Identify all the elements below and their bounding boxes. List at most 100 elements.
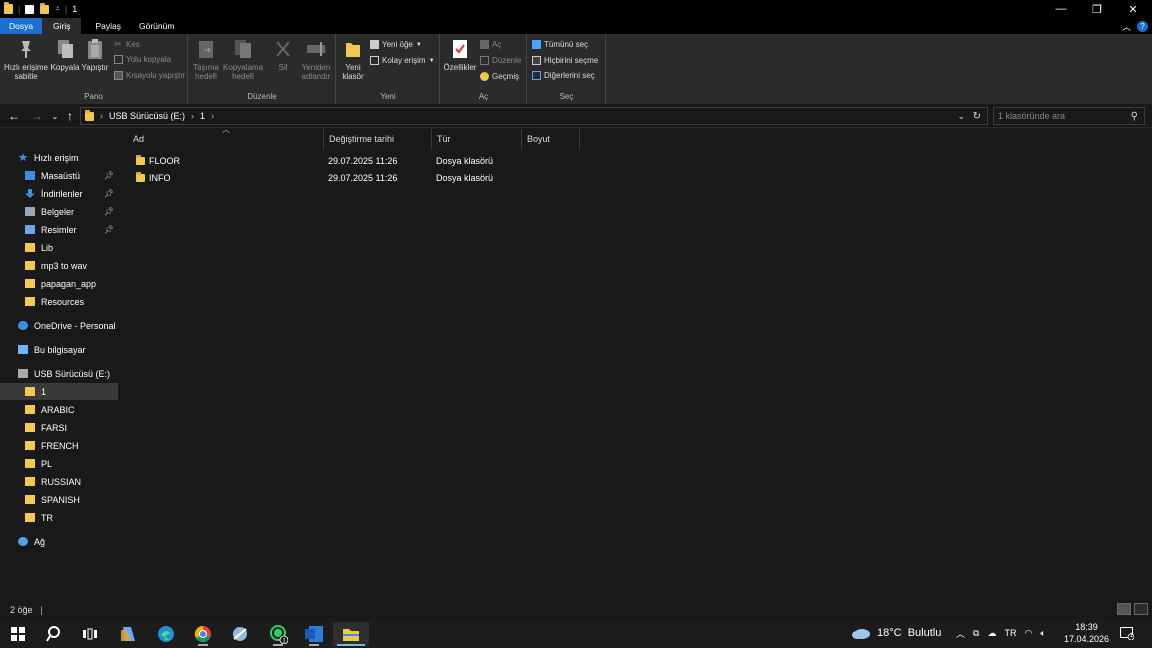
onedrive-icon[interactable]: ☁: [987, 628, 996, 639]
pin-icon[interactable]: 📌︎: [104, 189, 114, 198]
edit-button[interactable]: Düzenle: [480, 56, 521, 65]
large-icons-view-button[interactable]: [1134, 603, 1148, 615]
chrome-browser-button[interactable]: [188, 622, 218, 646]
history-button[interactable]: Geçmiş: [480, 72, 519, 81]
table-row[interactable]: INFO 29.07.2025 11:26 Dosya klasörü: [133, 170, 633, 186]
language-indicator[interactable]: TR: [1004, 628, 1016, 638]
select-none-button[interactable]: Hiçbirini seçme: [532, 56, 598, 65]
copy-to-button[interactable]: Kopyalama hedefi: [223, 38, 263, 81]
invert-selection-button[interactable]: Diğerlerini seç: [532, 71, 595, 80]
sidebar-item[interactable]: papagan_app: [0, 275, 118, 292]
minimize-button[interactable]: —: [1043, 0, 1079, 18]
sidebar-item[interactable]: FRENCH: [0, 437, 118, 454]
sidebar-item[interactable]: Belgeler 📌︎: [0, 203, 118, 220]
tray-overflow-icon[interactable]: ︿: [956, 627, 965, 640]
sidebar-item[interactable]: Resimler 📌︎: [0, 221, 118, 238]
start-button[interactable]: [3, 622, 33, 646]
weather-widget[interactable]: 18°C Bulutlu: [851, 618, 941, 648]
sidebar-item[interactable]: ARABIC: [0, 401, 118, 418]
collapse-ribbon-icon[interactable]: ︿: [1122, 20, 1131, 33]
quick-access-dropdown-icon[interactable]: ⩡: [55, 4, 60, 14]
back-button[interactable]: ←: [6, 108, 22, 124]
select-all-button[interactable]: Tümünü seç: [532, 40, 588, 49]
pin-icon[interactable]: 📌︎: [104, 225, 114, 234]
column-header-name[interactable]: Ad: [128, 129, 324, 149]
breadcrumb-separator[interactable]: ›: [100, 111, 103, 121]
forward-button[interactable]: →: [29, 108, 45, 124]
recent-locations-button[interactable]: ⌄: [47, 108, 63, 124]
search-taskbar-button[interactable]: [40, 622, 70, 646]
new-item-button[interactable]: Yeni öğe ▼: [370, 40, 422, 49]
close-button[interactable]: ✕: [1115, 0, 1151, 18]
tab-share[interactable]: Paylaş: [81, 18, 131, 34]
sidebar-item[interactable]: Hızlı erişim: [0, 149, 118, 166]
delete-button[interactable]: Sil: [272, 38, 294, 72]
easy-access-button[interactable]: Kolay erişim ▼: [370, 56, 435, 65]
copy-path-button[interactable]: Yolu kopyala: [114, 55, 171, 64]
sidebar-item[interactable]: Masaüstü 📌︎: [0, 167, 118, 184]
maximize-button[interactable]: ❐: [1079, 0, 1115, 18]
sidebar-item[interactable]: İndirilenler 📌︎: [0, 185, 118, 202]
sidebar-item[interactable]: Bu bilgisayar: [0, 341, 118, 358]
sidebar-item[interactable]: mp3 to wav: [0, 257, 118, 274]
paste-shortcut-button[interactable]: Kısayolu yapıştır: [114, 71, 185, 80]
refresh-icon[interactable]: ↻: [973, 111, 981, 122]
sidebar-item[interactable]: Lib: [0, 239, 118, 256]
sidebar-item[interactable]: 1: [0, 383, 118, 400]
new-folder-quick-icon[interactable]: [40, 2, 50, 14]
address-dropdown-icon[interactable]: ⌄: [957, 111, 965, 122]
new-folder-button[interactable]: Yeni klasör: [340, 38, 366, 81]
address-bar[interactable]: › USB Sürücüsü (E:) › 1 › ⌄ ↻: [80, 107, 988, 125]
breadcrumb-separator[interactable]: ›: [191, 111, 194, 121]
open-button[interactable]: Aç: [480, 40, 501, 49]
sidebar-item[interactable]: FARSI: [0, 419, 118, 436]
details-view-button[interactable]: [1117, 603, 1131, 615]
pin-icon[interactable]: 📌︎: [104, 171, 114, 180]
properties-quick-icon[interactable]: [25, 4, 35, 14]
tab-file[interactable]: Dosya: [0, 18, 42, 34]
copilot-button[interactable]: [113, 622, 143, 646]
sidebar-item[interactable]: RUSSIAN: [0, 473, 118, 490]
task-view-button[interactable]: [75, 622, 105, 646]
move-to-button[interactable]: Taşıma hedefi: [191, 38, 221, 81]
rename-button[interactable]: Yeniden adlandır: [299, 38, 333, 81]
cut-button[interactable]: ✂ Kes: [114, 40, 140, 50]
clock[interactable]: 18:39 17.04.2026: [1064, 618, 1109, 648]
whatsapp-button[interactable]: 1: [263, 622, 293, 646]
sidebar-item[interactable]: OneDrive - Personal: [0, 317, 118, 334]
up-button[interactable]: ↑: [62, 108, 78, 124]
column-header-date-modified[interactable]: Değiştirme tarihi: [324, 129, 432, 149]
tab-view[interactable]: Görünüm: [131, 18, 182, 34]
paste-button[interactable]: Yapıştır: [81, 38, 109, 72]
address-row: ← → ⌄ ↑ › USB Sürücüsü (E:) › 1 › ⌄ ↻ 1 …: [0, 104, 1152, 128]
sidebar-item[interactable]: Ağ: [0, 533, 118, 550]
pin-icon[interactable]: 📌︎: [104, 207, 114, 216]
properties-button[interactable]: Özellikler: [443, 38, 477, 72]
column-header-type[interactable]: Tür: [432, 129, 522, 149]
breadcrumb-current[interactable]: 1: [200, 111, 205, 121]
help-icon[interactable]: ?: [1137, 21, 1148, 32]
word-button[interactable]: [299, 622, 329, 646]
tab-home[interactable]: Giriş: [42, 18, 82, 34]
search-icon[interactable]: ⚲: [1131, 111, 1138, 122]
sidebar-item[interactable]: Resources: [0, 293, 118, 310]
breadcrumb-separator[interactable]: ›: [211, 111, 214, 121]
sidebar-item[interactable]: USB Sürücüsü (E:): [0, 365, 118, 382]
notifications-button[interactable]: 1: [1120, 618, 1136, 648]
edge-browser-button[interactable]: [151, 622, 181, 646]
sidebar-item[interactable]: SPANISH: [0, 491, 118, 508]
group-label-new: Yeni: [380, 92, 396, 101]
breadcrumb-usb-drive[interactable]: USB Sürücüsü (E:): [109, 111, 185, 121]
pin-quick-access-button[interactable]: Hızlı erişime sabitle: [4, 38, 48, 81]
app-button[interactable]: [225, 622, 255, 646]
search-input[interactable]: 1 klasöründe ara ⚲: [993, 107, 1145, 125]
wifi-icon[interactable]: ◠: [1024, 628, 1032, 639]
sidebar-item[interactable]: TR: [0, 509, 118, 526]
volume-icon[interactable]: 🔈︎: [1040, 628, 1045, 639]
tray-app-icon[interactable]: ⧉: [973, 628, 979, 639]
copy-button[interactable]: Kopyala: [50, 38, 80, 72]
file-explorer-button[interactable]: [333, 622, 369, 646]
table-row[interactable]: FLOOR 29.07.2025 11:26 Dosya klasörü: [133, 153, 633, 169]
column-header-size[interactable]: Boyut: [522, 129, 580, 149]
sidebar-item[interactable]: PL: [0, 455, 118, 472]
